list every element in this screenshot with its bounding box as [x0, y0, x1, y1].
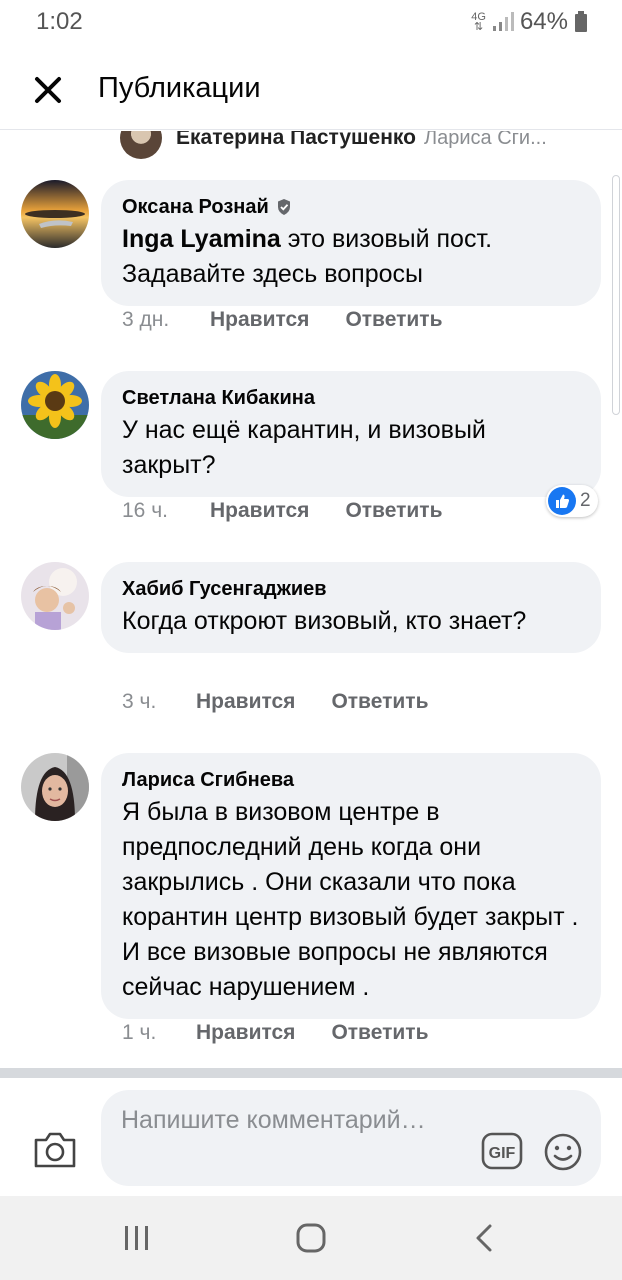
comment-input-placeholder[interactable]: Напишите комментарий…	[121, 1104, 451, 1137]
comment-text: Когда откроют визовый, кто знает?	[122, 607, 527, 635]
page-title: Публикации	[98, 72, 261, 104]
back-icon[interactable]	[472, 1222, 496, 1254]
comment-time[interactable]: 16 ч.	[122, 499, 210, 523]
comment-actions: 1 ч. Нравится Ответить	[122, 1021, 428, 1045]
emoji-button[interactable]	[543, 1132, 583, 1172]
like-reaction-icon	[548, 487, 576, 515]
camera-button[interactable]	[32, 1130, 78, 1170]
comment-actions: 16 ч. Нравится Ответить	[122, 499, 442, 523]
comment-author[interactable]: Оксана Рознай	[122, 196, 269, 219]
mention-link[interactable]: Inga Lyamina	[122, 225, 281, 253]
like-button[interactable]: Нравится	[210, 499, 309, 523]
avatar-child-image	[21, 562, 89, 630]
comment-actions: 3 дн. Нравится Ответить	[122, 308, 442, 332]
close-button[interactable]	[28, 70, 68, 110]
comment-text: Я была в визовом центре в предпоследний …	[122, 798, 579, 1001]
signal-icon	[492, 12, 514, 31]
gif-label: GIF	[489, 1145, 516, 1162]
network-icon: 4G ⇅	[471, 11, 486, 33]
reply-button[interactable]: Ответить	[331, 1021, 428, 1045]
close-icon	[35, 77, 61, 103]
comment-author-row: Оксана Рознай	[122, 192, 583, 222]
partial-comment: Екатерина Пастушенко Лариса Сги...	[120, 131, 547, 159]
reply-button[interactable]: Ответить	[345, 308, 442, 332]
avatar-woman-image	[21, 753, 89, 821]
comment-bubble[interactable]: Светлана Кибакина У нас ещё карантин, и …	[101, 371, 601, 497]
comment-bubble[interactable]: Оксана Рознай Inga Lyamina это визовый п…	[101, 180, 601, 306]
app-header: Публикации	[0, 52, 622, 130]
comment-input[interactable]: Напишите комментарий… GIF	[101, 1090, 601, 1186]
like-button[interactable]: Нравится	[210, 308, 309, 332]
status-icons: 4G ⇅ 64%	[471, 8, 588, 36]
status-time: 1:02	[36, 8, 83, 35]
scrollbar[interactable]	[612, 175, 620, 415]
like-button[interactable]: Нравится	[196, 1021, 295, 1045]
gif-icon: GIF	[481, 1132, 523, 1170]
thumbs-up-icon	[556, 494, 570, 508]
avatar-sunflower-image	[21, 371, 89, 439]
avatar[interactable]	[21, 562, 89, 630]
gif-button[interactable]: GIF	[481, 1132, 523, 1170]
comment-author[interactable]: Светлана Кибакина	[122, 383, 583, 413]
avatar-sunset-image	[21, 180, 89, 248]
comment-bubble[interactable]: Хабиб Гусенгаджиев Когда откроют визовый…	[101, 562, 601, 653]
comment-bubble[interactable]: Лариса Сгибнева Я была в визовом центре …	[101, 753, 601, 1019]
camera-icon	[34, 1132, 76, 1168]
reaction-count: 2	[580, 490, 591, 511]
comment-time[interactable]: 3 ч.	[122, 690, 196, 714]
avatar[interactable]	[21, 371, 89, 439]
reply-button[interactable]: Ответить	[345, 499, 442, 523]
status-bar: 1:02 4G ⇅ 64%	[0, 0, 622, 44]
comments-list[interactable]: Екатерина Пастушенко Лариса Сги... Оксан…	[0, 131, 622, 1069]
battery-icon	[575, 11, 587, 32]
comment-composer: Напишите комментарий… GIF	[0, 1078, 622, 1196]
comment-text: Inga Lyamina это визовый пост. Задавайте…	[122, 222, 583, 292]
mention-tag[interactable]: Лариса Сги...	[424, 131, 547, 150]
comment-author[interactable]: Лариса Сгибнева	[122, 765, 583, 795]
comment-author[interactable]: Хабиб Гусенгаджиев	[122, 574, 583, 604]
home-icon[interactable]	[295, 1222, 327, 1254]
network-label: 4G	[471, 11, 486, 23]
comment-actions: 3 ч. Нравится Ответить	[122, 690, 428, 714]
smiley-icon	[544, 1133, 582, 1171]
avatar[interactable]	[120, 131, 162, 159]
battery-level: 64%	[519, 8, 568, 35]
comment-time[interactable]: 1 ч.	[122, 1021, 196, 1045]
avatar[interactable]	[21, 753, 89, 821]
avatar[interactable]	[21, 180, 89, 248]
comment-time[interactable]: 3 дн.	[122, 308, 210, 332]
divider	[0, 1068, 622, 1078]
reaction-summary[interactable]: 2	[546, 485, 598, 517]
comment-text: У нас ещё карантин, и визовый закрыт?	[122, 416, 486, 479]
like-button[interactable]: Нравится	[196, 690, 295, 714]
system-nav-bar	[0, 1196, 622, 1280]
reply-button[interactable]: Ответить	[331, 690, 428, 714]
comment-author[interactable]: Екатерина Пастушенко	[176, 131, 416, 150]
recent-apps-icon[interactable]	[122, 1222, 152, 1254]
verified-badge-icon	[277, 199, 290, 215]
